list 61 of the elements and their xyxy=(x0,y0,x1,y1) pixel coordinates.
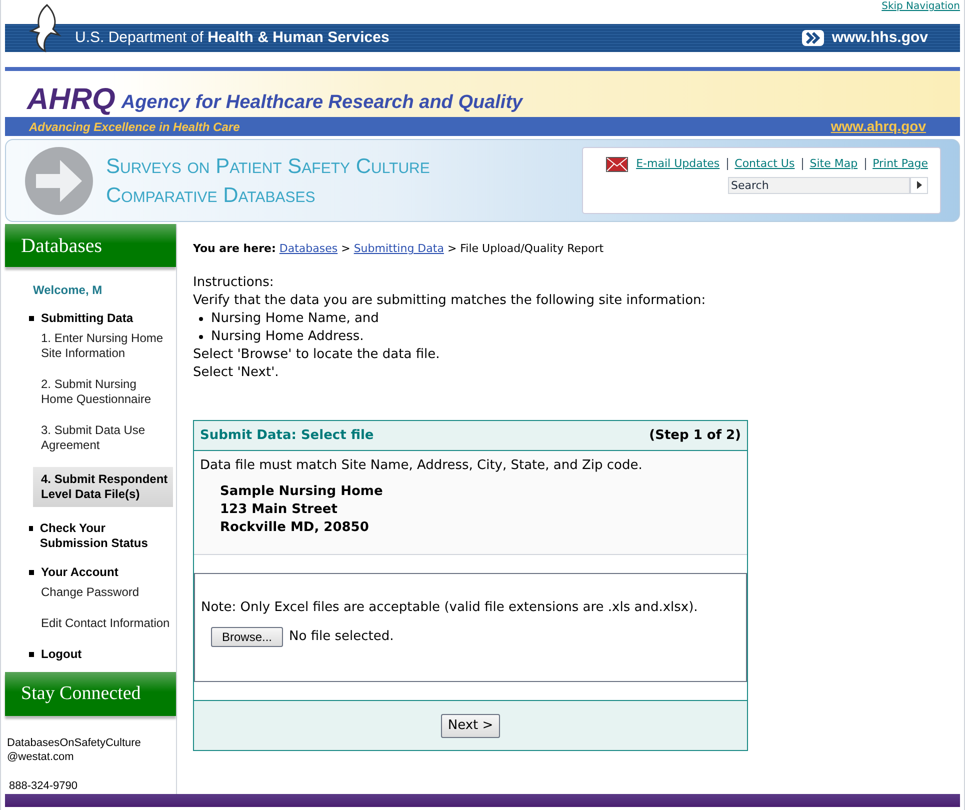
hhs-department-name: U.S. Department of Health & Human Services xyxy=(75,28,390,48)
ahrq-logo: AHRQ xyxy=(27,85,116,115)
bullet-icon xyxy=(199,317,203,321)
bullet-icon xyxy=(29,526,33,532)
skip-navigation-link[interactable]: Skip Navigation xyxy=(882,0,960,13)
nav-item[interactable]: Change Password xyxy=(33,583,173,602)
nav-item[interactable]: 2. Submit Nursing Home Questionnaire xyxy=(33,375,173,410)
nav-item[interactable]: Edit Contact Information xyxy=(33,614,173,634)
arrow-circle-icon xyxy=(24,146,94,216)
address-line: 123 Main Street xyxy=(220,501,338,519)
double-chevron-icon xyxy=(802,30,824,46)
contact-email: DatabasesOnSafetyCulture @westat.com xyxy=(7,736,142,764)
match-note: Data file must match Site Name, Address, City, State, and Zip code. xyxy=(200,457,644,475)
address-line: Rockville MD, 20850 xyxy=(220,519,370,537)
address-line: Sample Nursing Home xyxy=(220,483,384,501)
browse-button[interactable]: Browse... xyxy=(211,627,284,647)
next-button[interactable]: Next > xyxy=(440,714,500,738)
envelope-icon xyxy=(606,156,628,172)
sidebar-heading: Databases xyxy=(5,224,176,268)
banner-title: Surveys on Patient Safety Culture xyxy=(106,154,430,180)
play-arrow-icon xyxy=(916,181,922,189)
utility-link[interactable]: Contact Us xyxy=(734,156,795,172)
instructions-text: Verify that the data you are submitting matches the following site information: xyxy=(193,292,707,310)
breadcrumb-link[interactable]: Databases xyxy=(279,242,338,255)
bullet-icon xyxy=(29,316,34,322)
stay-connected-heading: Stay Connected xyxy=(5,672,176,716)
instruction-step: Select 'Next'. xyxy=(193,364,748,382)
bullet-icon xyxy=(199,335,203,339)
breadcrumb-label: You are here: xyxy=(193,242,276,255)
welcome-text: Welcome, M xyxy=(33,282,104,300)
breadcrumb-current: File Upload/Quality Report xyxy=(460,242,604,255)
instruction-bullet: Nursing Home Name, and xyxy=(211,310,379,328)
nav-item[interactable]: 1. Enter Nursing Home Site Information xyxy=(33,329,173,364)
breadcrumb-link[interactable]: Submitting Data xyxy=(354,242,444,255)
search-field[interactable]: Search xyxy=(728,176,910,194)
breadcrumb-separator: > xyxy=(446,242,458,255)
nav-section-link[interactable]: Submitting Data xyxy=(41,311,133,326)
bullet-icon xyxy=(29,570,34,576)
instruction-bullet: Nursing Home Address. xyxy=(211,328,364,346)
utility-link[interactable]: E-mail Updates xyxy=(636,156,720,172)
panel-title: Submit Data: Select file xyxy=(200,426,374,444)
nav-section-link[interactable]: Check Your Submission Status xyxy=(40,521,176,552)
agency-tagline: Advancing Excellence in Health Care xyxy=(29,118,240,136)
file-status: No file selected. xyxy=(289,628,394,646)
hhs-website-link[interactable]: www.hhs.gov xyxy=(832,26,928,50)
nav-item[interactable]: 3. Submit Data Use Agreement xyxy=(33,421,173,456)
banner-title: Comparative Databases xyxy=(106,182,316,208)
instruction-step: Select 'Browse' to locate the data file. xyxy=(193,346,748,364)
nav-section-link[interactable]: Your Account xyxy=(41,565,118,580)
contact-phone: 888-324-9790 xyxy=(9,778,79,794)
nav-item[interactable]: 4. Submit Respondent Level Data File(s) xyxy=(33,467,173,508)
utility-link[interactable]: Print Page xyxy=(872,156,928,172)
breadcrumb-separator: > xyxy=(340,242,352,255)
nav-section-link[interactable]: Logout xyxy=(41,647,82,662)
instructions-heading: Instructions: xyxy=(193,274,275,292)
agency-name: Agency for Healthcare Research and Quality xyxy=(121,91,523,115)
utility-link[interactable]: Site Map xyxy=(810,156,858,172)
bullet-icon xyxy=(29,652,34,658)
step-indicator: (Step 1 of 2) xyxy=(649,426,741,444)
search-submit-button[interactable] xyxy=(910,176,928,194)
file-note: Note: Only Excel files are acceptable (valid file extensions are .xls and.xlsx). xyxy=(201,599,699,617)
